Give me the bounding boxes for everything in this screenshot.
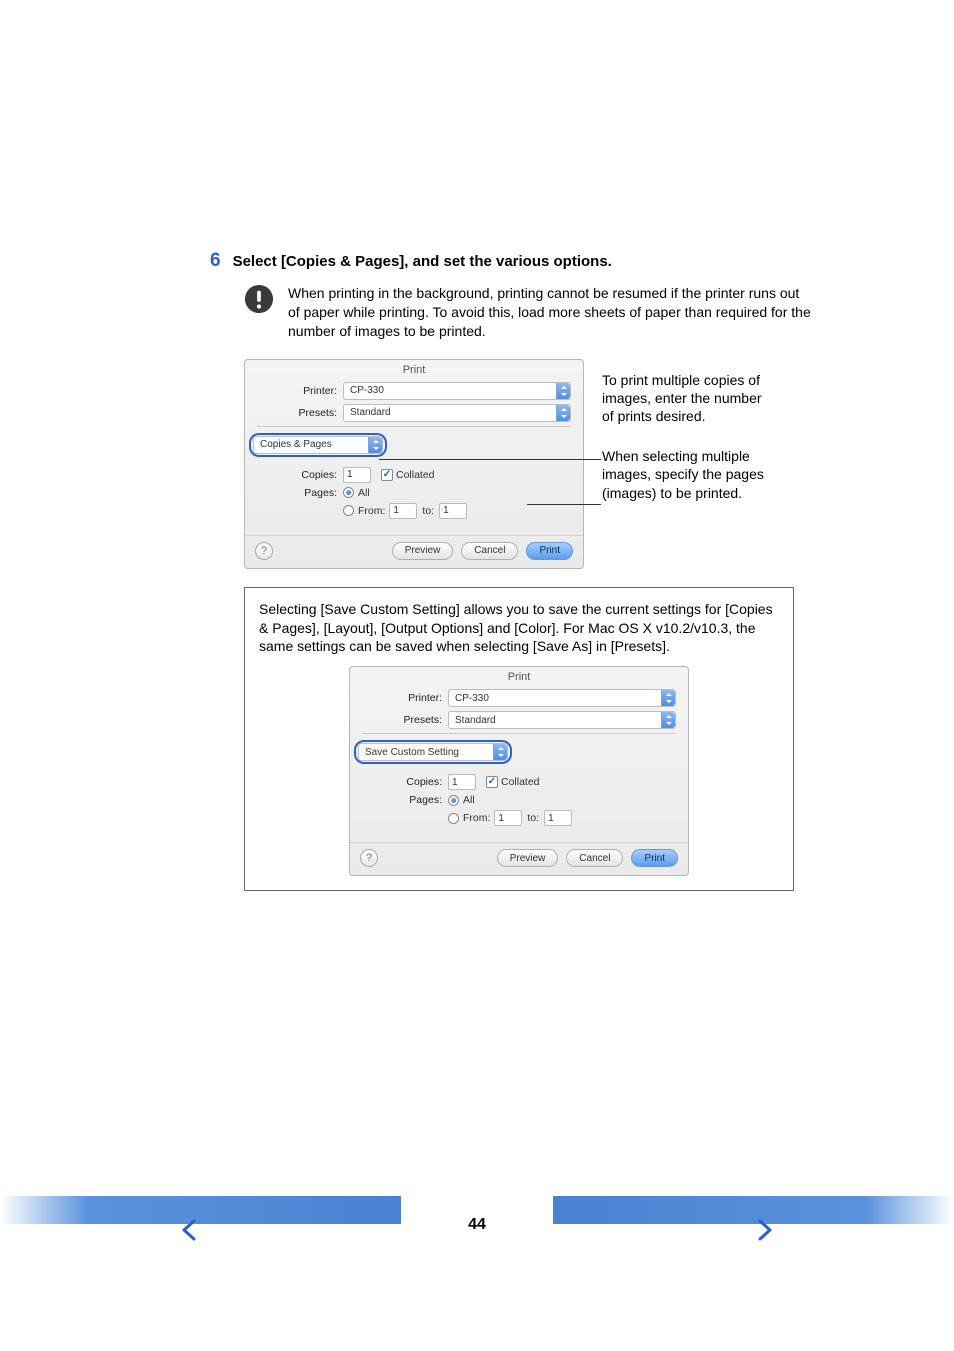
section-value: Save Custom Setting	[365, 747, 459, 758]
important-icon	[244, 284, 274, 314]
to-label: to:	[422, 505, 434, 517]
preview-button[interactable]: Preview	[392, 542, 454, 560]
presets-value: Standard	[455, 715, 496, 726]
pages-all-label: All	[463, 794, 475, 806]
print-dialog-1: Print Printer: CP-330 Presets: Standard	[244, 359, 584, 569]
print-button[interactable]: Print	[631, 849, 678, 867]
note-text: When printing in the background, printin…	[288, 284, 814, 341]
pages-label: Pages:	[257, 487, 343, 499]
collated-checkbox[interactable]	[381, 469, 393, 481]
presets-label: Presets:	[362, 714, 448, 726]
presets-value: Standard	[350, 407, 391, 418]
pages-from-radio[interactable]	[448, 813, 459, 824]
presets-select[interactable]: Standard	[343, 404, 571, 422]
help-button[interactable]: ?	[255, 542, 273, 560]
pages-label: Pages:	[362, 794, 448, 806]
next-page-arrow[interactable]	[756, 1219, 774, 1246]
help-button[interactable]: ?	[360, 849, 378, 867]
step-title: Select [Copies & Pages], and set the var…	[233, 253, 612, 270]
printer-value: CP-330	[350, 385, 384, 396]
chevron-updown-icon	[556, 405, 570, 421]
from-label: From:	[463, 812, 490, 824]
info-box: Selecting [Save Custom Setting] allows y…	[244, 587, 794, 892]
step-number: 6	[210, 250, 221, 272]
chevron-updown-icon	[661, 712, 675, 728]
chevron-updown-icon	[556, 383, 570, 399]
from-input[interactable]	[389, 503, 417, 519]
collated-checkbox[interactable]	[486, 776, 498, 788]
pages-from-radio[interactable]	[343, 505, 354, 516]
presets-select[interactable]: Standard	[448, 711, 676, 729]
print-button[interactable]: Print	[526, 542, 573, 560]
collated-label: Collated	[501, 776, 540, 788]
printer-select[interactable]: CP-330	[448, 689, 676, 707]
chevron-updown-icon	[368, 437, 382, 453]
callout-pages: When selecting multiple images, specify …	[602, 447, 772, 502]
dialog-title: Print	[245, 360, 583, 382]
copies-label: Copies:	[362, 776, 448, 788]
page-number: 44	[468, 1216, 486, 1234]
to-input[interactable]	[439, 503, 467, 519]
cancel-button[interactable]: Cancel	[461, 542, 518, 560]
printer-label: Printer:	[362, 692, 448, 704]
printer-label: Printer:	[257, 385, 343, 397]
pages-all-radio[interactable]	[448, 795, 459, 806]
cancel-button[interactable]: Cancel	[566, 849, 623, 867]
chevron-updown-icon	[661, 690, 675, 706]
from-input[interactable]	[494, 810, 522, 826]
collated-label: Collated	[396, 469, 435, 481]
from-label: From:	[358, 505, 385, 517]
presets-label: Presets:	[257, 407, 343, 419]
pages-all-radio[interactable]	[343, 487, 354, 498]
section-highlight: Copies & Pages	[249, 433, 387, 457]
to-input[interactable]	[544, 810, 572, 826]
copies-input[interactable]	[448, 774, 476, 790]
copies-label: Copies:	[257, 469, 343, 481]
printer-select[interactable]: CP-330	[343, 382, 571, 400]
printer-value: CP-330	[455, 693, 489, 704]
pages-all-label: All	[358, 487, 370, 499]
section-select[interactable]: Save Custom Setting	[358, 743, 508, 761]
section-value: Copies & Pages	[260, 439, 332, 450]
prev-page-arrow[interactable]	[180, 1219, 198, 1246]
section-highlight: Save Custom Setting	[354, 740, 512, 764]
section-select[interactable]: Copies & Pages	[253, 436, 383, 454]
print-dialog-2: Print Printer: CP-330 Presets: Standard	[349, 666, 689, 876]
info-text: Selecting [Save Custom Setting] allows y…	[259, 600, 779, 657]
chevron-updown-icon	[493, 744, 507, 760]
callout-copies: To print multiple copies of images, ente…	[602, 371, 772, 426]
dialog-title: Print	[350, 667, 688, 689]
preview-button[interactable]: Preview	[497, 849, 559, 867]
to-label: to:	[527, 812, 539, 824]
copies-input[interactable]	[343, 467, 371, 483]
